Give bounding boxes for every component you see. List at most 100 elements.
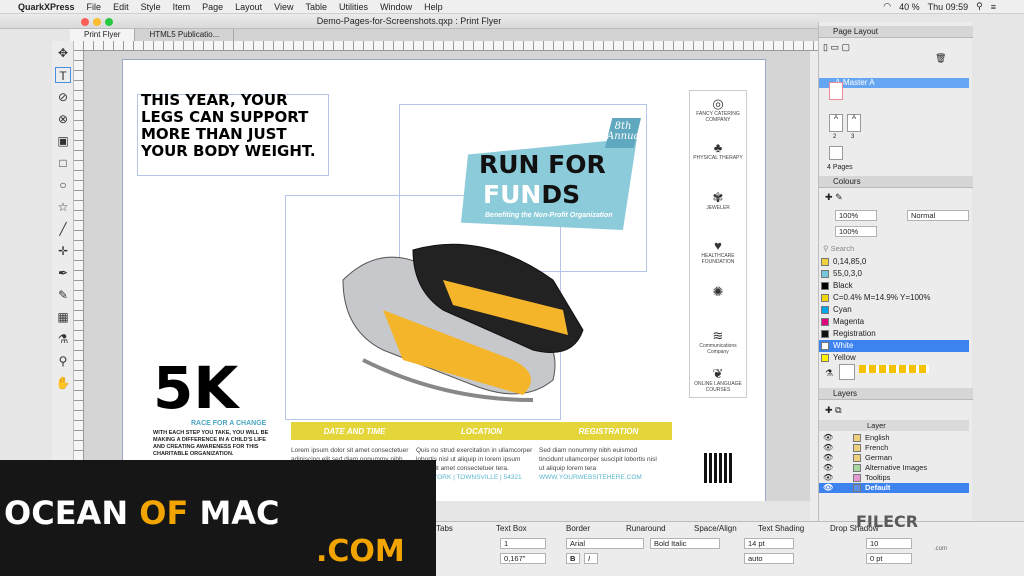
menu-utilities[interactable]: Utilities	[333, 2, 374, 12]
oval-box-icon[interactable]: ○	[55, 177, 71, 193]
visibility-eye-icon[interactable]: 👁	[823, 473, 833, 483]
colour-item[interactable]: Yellow	[819, 352, 969, 362]
flyer-page[interactable]: THIS YEAR, YOUR LEGS CAN SUPPORT MORE TH…	[122, 59, 766, 501]
line-icon[interactable]: ╱	[55, 221, 71, 237]
wifi-icon[interactable]: ◠	[883, 1, 891, 12]
search-icon[interactable]: ⚲	[976, 1, 983, 12]
duplicate-layer-icon[interactable]: ⧉	[835, 405, 841, 415]
leading-field[interactable]: auto	[744, 553, 794, 564]
recent-colours[interactable]	[859, 365, 929, 373]
zoom-icon[interactable]: ⚲	[55, 353, 71, 369]
menu-item[interactable]: Item	[167, 2, 197, 12]
add-colour-icon[interactable]: ✚	[825, 192, 833, 202]
fill-opacity-field[interactable]: 100%	[835, 210, 877, 221]
run-for-title[interactable]: RUN FOR	[479, 150, 606, 179]
colour-item[interactable]: 0,14,85,0	[819, 256, 969, 268]
menu-edit[interactable]: Edit	[107, 2, 135, 12]
five-k-title[interactable]: 5K	[153, 358, 238, 418]
orthogonal-line-icon[interactable]: ✛	[55, 243, 71, 259]
vertical-ruler[interactable]	[74, 51, 84, 501]
new-page-icon[interactable]: ▯ ▭ ▢	[823, 42, 850, 52]
text-content-icon[interactable]: T	[55, 67, 71, 83]
colour-item[interactable]: Cyan	[819, 304, 969, 316]
colour-item[interactable]: Black	[819, 280, 969, 292]
menu-page[interactable]: Page	[196, 2, 229, 12]
visibility-eye-icon[interactable]: 👁	[823, 433, 833, 443]
layer-row[interactable]: 👁 Alternative Images	[819, 463, 969, 473]
menu-file[interactable]: File	[81, 2, 108, 12]
baseline-shift-field[interactable]: 0 pt	[866, 553, 912, 564]
tab-tabs[interactable]: Tabs	[436, 524, 453, 533]
vertical-scrollbar[interactable]	[810, 51, 818, 521]
bold-button[interactable]: B	[566, 553, 580, 564]
tab-text-box[interactable]: Text Box	[496, 524, 527, 533]
tracking-field[interactable]: 10	[866, 538, 912, 549]
colour-item-selected[interactable]: White	[819, 340, 969, 352]
colour-item[interactable]: 55,0,3,0	[819, 268, 969, 280]
visibility-eye-icon[interactable]: 👁	[823, 453, 833, 463]
minimize-window-button[interactable]	[93, 18, 101, 26]
clock[interactable]: Thu 09:59	[928, 2, 969, 12]
picture-content-icon[interactable]: ▣	[55, 133, 71, 149]
page-layout-header[interactable]: Page Layout	[819, 26, 973, 38]
menu-table[interactable]: Table	[300, 2, 334, 12]
text-linking-icon[interactable]: ⊘	[55, 89, 71, 105]
text-unlinking-icon[interactable]: ⊗	[55, 111, 71, 127]
font-size-field[interactable]: 14 pt	[744, 538, 794, 549]
horizontal-ruler[interactable]	[74, 41, 818, 51]
pencil-icon[interactable]: ✎	[55, 287, 71, 303]
tab-print-flyer[interactable]: Print Flyer	[70, 29, 136, 41]
font-style-select[interactable]: Bold Italic	[650, 538, 720, 549]
five-k-body-text[interactable]: WITH EACH STEP YOU TAKE, YOU WILL BE MAK…	[153, 430, 273, 458]
layer-row[interactable]: 👁 German	[819, 453, 969, 463]
close-window-button[interactable]	[81, 18, 89, 26]
visibility-eye-icon[interactable]: 👁	[823, 443, 833, 453]
menu-layout[interactable]: Layout	[229, 2, 268, 12]
table-icon[interactable]: ▦	[55, 309, 71, 325]
layout-canvas[interactable]: THIS YEAR, YOUR LEGS CAN SUPPORT MORE TH…	[84, 51, 810, 501]
sneakers-image[interactable]	[323, 210, 593, 420]
layers-header[interactable]: Layers	[819, 388, 973, 400]
add-layer-icon[interactable]: ✚	[825, 405, 833, 415]
tab-border[interactable]: Border	[566, 524, 590, 533]
visibility-eye-icon[interactable]: 👁	[823, 463, 833, 473]
menu-window[interactable]: Window	[374, 2, 418, 12]
colour-item[interactable]: Registration	[819, 328, 969, 340]
rectangle-box-icon[interactable]: □	[55, 155, 71, 171]
shade-opacity-field[interactable]: 100%	[835, 226, 877, 237]
visibility-eye-icon[interactable]: 👁	[823, 483, 833, 493]
page-thumbnail-a[interactable]: A	[829, 114, 843, 132]
race-for-change-label[interactable]: RACE FOR A CHANGE	[191, 420, 266, 427]
pan-hand-icon[interactable]: ✋	[55, 375, 71, 391]
colour-search-field[interactable]: ⚲ Search	[823, 244, 969, 255]
menu-style[interactable]: Style	[135, 2, 167, 12]
blend-mode-select[interactable]: Normal	[907, 210, 969, 221]
funds-title[interactable]: FUNDS	[483, 180, 580, 209]
battery-status[interactable]: 40 %	[899, 2, 920, 12]
registration-column[interactable]: Sed diam nonummy nibh euismod tincidunt …	[539, 446, 657, 482]
move-icon[interactable]: ✥	[55, 45, 71, 61]
star-box-icon[interactable]: ☆	[55, 199, 71, 215]
headline-text[interactable]: THIS YEAR, YOUR LEGS CAN SUPPORT MORE TH…	[141, 92, 316, 160]
italic-button[interactable]: I	[584, 553, 598, 564]
menu-list-icon[interactable]: ≡	[991, 2, 996, 12]
eyedropper-icon[interactable]: ⚗	[55, 331, 71, 347]
menu-view[interactable]: View	[268, 2, 299, 12]
qr-code-image[interactable]	[704, 453, 734, 483]
pen-icon[interactable]: ✒	[55, 265, 71, 281]
tab-html5-publication[interactable]: HTML5 Publicatio...	[135, 29, 235, 41]
font-select[interactable]: Arial	[566, 538, 644, 549]
layer-row[interactable]: 👁 French	[819, 443, 969, 453]
eyedropper-icon[interactable]: ⚗	[825, 368, 833, 379]
gutter-field[interactable]: 0,167"	[500, 553, 546, 564]
page-thumbnail-1[interactable]	[829, 82, 843, 100]
tab-text-shading[interactable]: Text Shading	[758, 524, 804, 533]
colour-item[interactable]: C=0.4% M=14.9% Y=100%	[819, 292, 969, 304]
page-thumbnail-a2[interactable]: A	[847, 114, 861, 132]
tab-runaround[interactable]: Runaround	[626, 524, 666, 533]
layer-row[interactable]: 👁 English	[819, 433, 969, 443]
colours-header[interactable]: Colours	[819, 176, 973, 188]
layer-row[interactable]: 👁 Tooltips	[819, 473, 969, 483]
delete-page-icon[interactable]: 🗑	[935, 53, 946, 63]
menu-app[interactable]: QuarkXPress	[12, 2, 81, 12]
